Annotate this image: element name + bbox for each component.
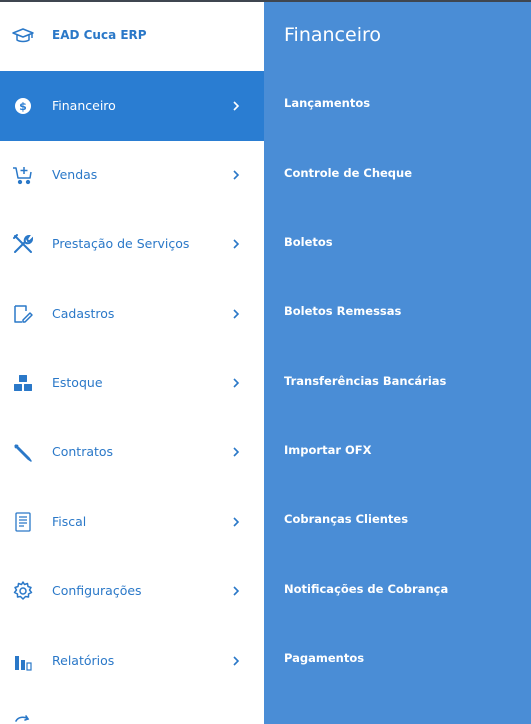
arrows-icon <box>12 712 34 724</box>
sidebar-item-label: Estoque <box>52 375 103 390</box>
submenu-item-pagamentos[interactable]: Pagamentos <box>284 651 364 665</box>
sidebar-item-contratos[interactable]: Contratos <box>0 417 264 487</box>
chevron-right-icon <box>230 655 242 667</box>
sidebar-item-label: Financeiro <box>52 98 116 113</box>
chevron-right-icon <box>230 377 242 389</box>
submenu-item-cobrancas-clientes[interactable]: Cobranças Clientes <box>284 512 408 526</box>
brand-title: EAD Cuca ERP <box>52 28 147 42</box>
gear-icon <box>12 580 34 602</box>
sidebar-item-configuracoes[interactable]: Configurações <box>0 556 264 626</box>
sidebar-item-vendas[interactable]: Vendas <box>0 140 264 210</box>
sidebar-item-label: Contratos <box>52 444 114 459</box>
sidebar-item-label: Prestação de Serviços <box>52 236 190 251</box>
sidebar-item-prestacao-de-servicos[interactable]: Prestação de Serviços <box>0 209 264 279</box>
dollar-circle-icon: $ <box>12 95 34 117</box>
boxes-icon <box>12 372 34 394</box>
chevron-right-icon <box>230 169 242 181</box>
sidebar-item-label: Configurações <box>52 583 142 598</box>
sidebar: EAD Cuca ERP $ Financeiro Vendas Prestaç… <box>0 0 264 724</box>
chevron-right-icon <box>230 446 242 458</box>
pen-icon <box>12 441 34 463</box>
cart-add-icon <box>12 164 34 186</box>
sidebar-item-label: Cadastros <box>52 306 115 321</box>
chevron-right-icon <box>230 585 242 597</box>
bar-chart-icon <box>12 650 34 672</box>
svg-text:$: $ <box>19 100 27 113</box>
sidebar-item-fiscal[interactable]: Fiscal <box>0 487 264 557</box>
submenu-item-controle-de-cheque[interactable]: Controle de Cheque <box>284 166 412 180</box>
sidebar-item-label: Vendas <box>52 167 98 182</box>
chevron-right-icon <box>230 516 242 528</box>
sidebar-item-relatorios[interactable]: Relatórios <box>0 626 264 696</box>
submenu-title: Financeiro <box>284 24 381 46</box>
chevron-right-icon <box>230 238 242 250</box>
document-icon <box>12 511 34 533</box>
submenu-item-importar-ofx[interactable]: Importar OFX <box>284 443 372 457</box>
sidebar-item-label: Relatórios <box>52 653 115 668</box>
submenu-item-notificacoes-de-cobranca[interactable]: Notificações de Cobrança <box>284 582 448 596</box>
graduation-cap-icon <box>12 26 34 46</box>
sidebar-item-estoque[interactable]: Estoque <box>0 348 264 418</box>
submenu-panel: Financeiro Lançamentos Controle de Chequ… <box>264 0 531 724</box>
tools-icon <box>12 233 34 255</box>
sidebar-item-cadastros[interactable]: Cadastros <box>0 279 264 349</box>
chevron-right-icon <box>230 100 242 112</box>
sidebar-item-financeiro[interactable]: $ Financeiro <box>0 71 264 141</box>
sidebar-item-label: Fiscal <box>52 514 87 529</box>
top-border <box>0 0 531 2</box>
brand-header[interactable]: EAD Cuca ERP <box>0 0 264 71</box>
submenu-item-boletos[interactable]: Boletos <box>284 235 333 249</box>
submenu-item-lancamentos[interactable]: Lançamentos <box>284 96 370 110</box>
chevron-right-icon <box>230 308 242 320</box>
submenu-item-boletos-remessas[interactable]: Boletos Remessas <box>284 304 401 318</box>
edit-icon <box>12 303 34 325</box>
submenu-item-transferencias-bancarias[interactable]: Transferências Bancárias <box>284 374 446 388</box>
